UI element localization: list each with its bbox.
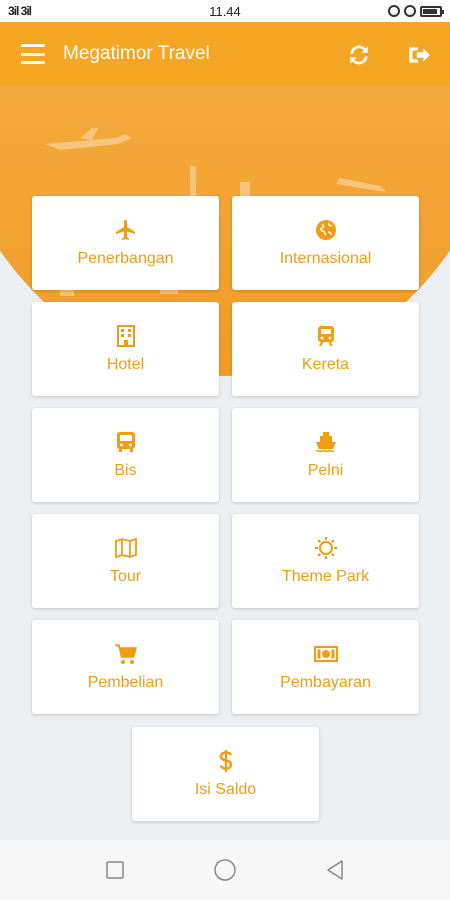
dollar-icon xyxy=(218,750,232,772)
menu-card-tour[interactable]: Tour xyxy=(32,514,219,608)
globe-icon xyxy=(315,220,336,240)
menu-label: Internasional xyxy=(279,250,372,267)
menu-label: Pembelian xyxy=(87,674,164,691)
menu-label: Pelni xyxy=(307,462,344,479)
menu-card-pelni[interactable]: Pelni xyxy=(232,408,419,502)
recent-apps-icon[interactable] xyxy=(103,858,127,882)
menu-label: Tour xyxy=(109,568,142,585)
building-icon xyxy=(116,325,135,347)
menu-label: Pembayaran xyxy=(280,674,371,691)
menu-card-hotel[interactable]: Hotel xyxy=(32,302,219,396)
status-icons xyxy=(388,5,444,17)
menu-label: Hotel xyxy=(106,356,145,373)
sun-icon xyxy=(314,537,337,559)
menu-card-pembayaran[interactable]: Pembayaran xyxy=(232,620,419,714)
signal-indicator: 3il 3il xyxy=(8,4,32,18)
clock: 11.44 xyxy=(209,3,241,19)
ship-icon xyxy=(315,432,336,453)
menu-card-isi-saldo[interactable]: Isi Saldo xyxy=(132,727,319,821)
logout-icon[interactable] xyxy=(406,42,432,68)
menu-card-bis[interactable]: Bis xyxy=(32,408,219,502)
menu-card-pembelian[interactable]: Pembelian xyxy=(32,620,219,714)
bus-icon xyxy=(116,432,135,452)
menu-card-penerbangan[interactable]: Penerbangan xyxy=(32,196,219,290)
menu-label: Bis xyxy=(114,462,137,479)
menu-label: Kereta xyxy=(301,356,350,373)
refresh-icon[interactable] xyxy=(346,42,372,68)
home-icon[interactable] xyxy=(213,858,237,882)
hamburger-menu-icon[interactable] xyxy=(21,44,45,64)
menu-card-internasional[interactable]: Internasional xyxy=(232,196,419,290)
menu-label: Isi Saldo xyxy=(194,781,257,798)
app-bar: Megatimor Travel xyxy=(0,22,450,86)
cart-icon xyxy=(114,644,137,664)
menu-label: Theme Park xyxy=(281,568,370,585)
money-icon xyxy=(313,646,338,662)
airplane-icon xyxy=(115,220,135,240)
train-icon xyxy=(317,326,334,346)
app-title: Megatimor Travel xyxy=(63,43,210,64)
alarm-icon xyxy=(388,5,400,17)
map-icon xyxy=(114,537,137,559)
status-bar: 3il 3il 11.44 xyxy=(0,0,450,22)
system-nav-bar xyxy=(0,840,450,900)
battery-icon xyxy=(420,5,444,17)
menu-card-kereta[interactable]: Kereta xyxy=(232,302,419,396)
back-icon[interactable] xyxy=(323,858,347,882)
menu-label: Penerbangan xyxy=(77,250,174,267)
wifi-icon xyxy=(404,5,416,17)
menu-card-theme-park[interactable]: Theme Park xyxy=(232,514,419,608)
